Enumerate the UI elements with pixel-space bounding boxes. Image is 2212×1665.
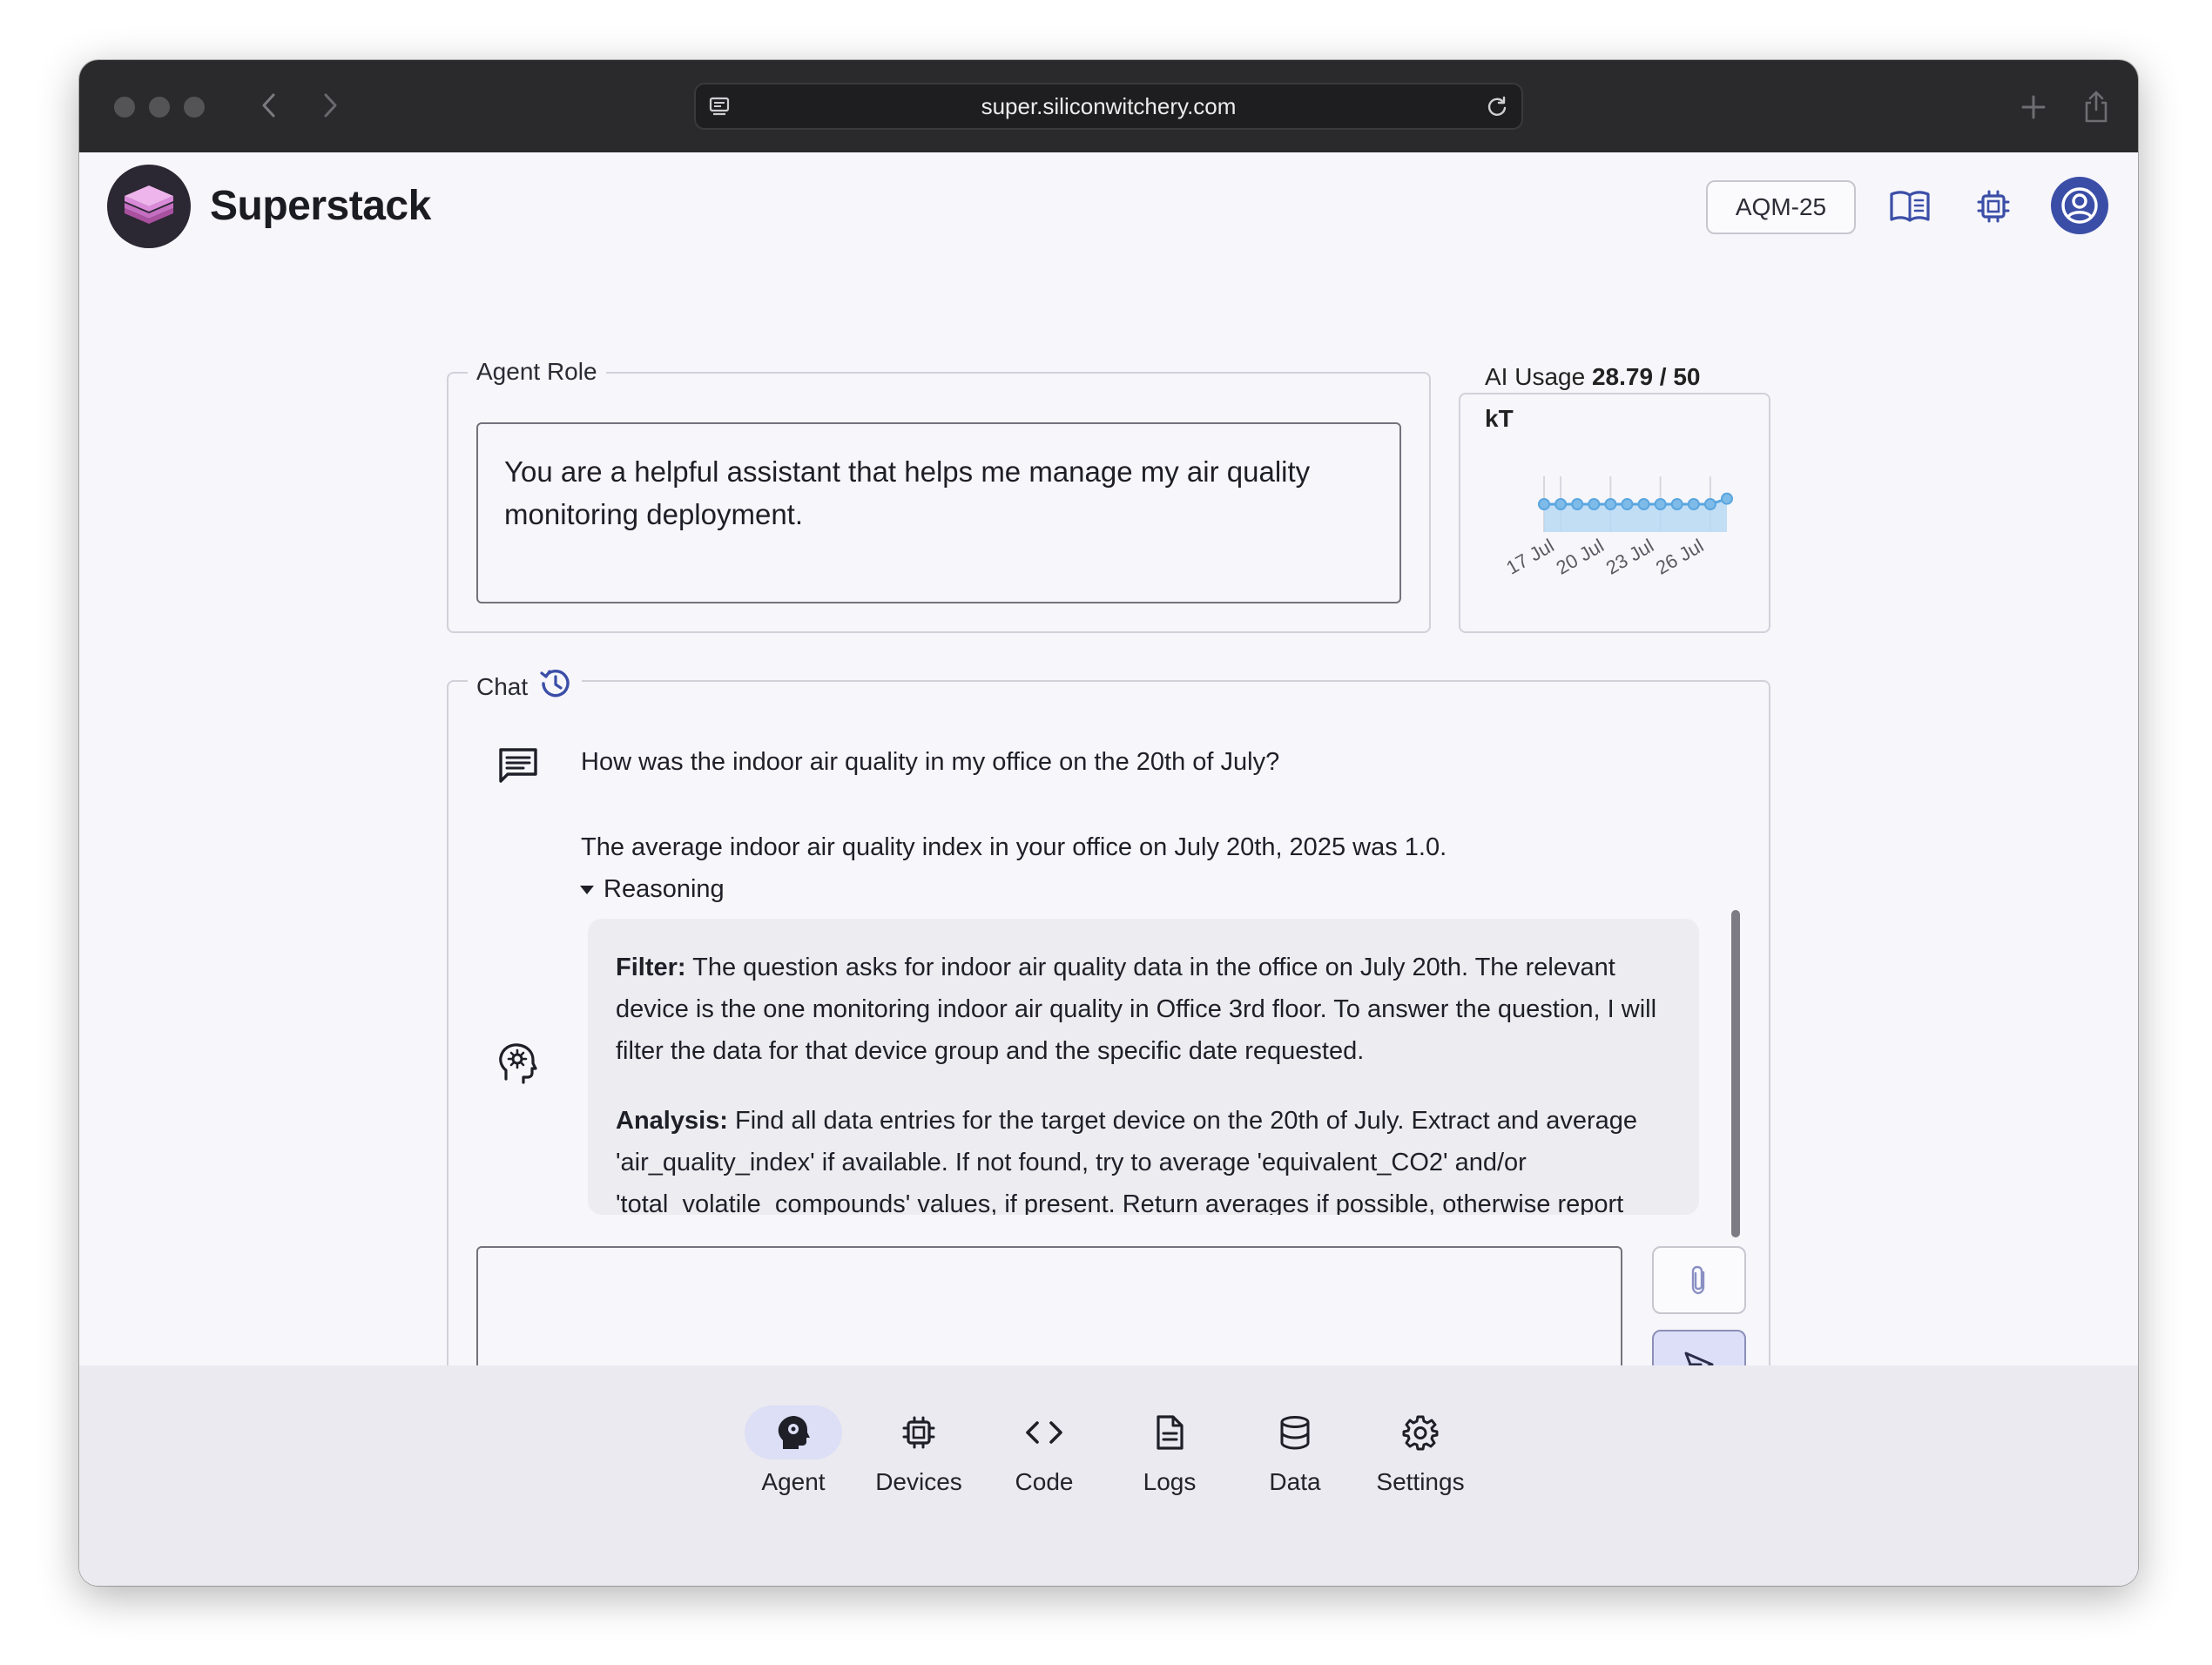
analysis-label: Analysis: [616, 1107, 728, 1135]
forward-button[interactable] [311, 86, 349, 125]
chart-tick-label: 26 Jul [1652, 535, 1707, 579]
chart-point [1604, 498, 1617, 510]
browser-titlebar: super.siliconwitchery.com [79, 60, 2138, 152]
chart-point [1721, 492, 1733, 505]
chart-point [1670, 498, 1683, 510]
device-chip-button[interactable] [1969, 182, 2018, 231]
device-selector-button[interactable]: AQM-25 [1706, 180, 1856, 234]
agent-answer: The average indoor air quality index in … [581, 833, 1447, 861]
browser-window: super.siliconwitchery.com Superstack AQM… [79, 60, 2138, 1586]
code-icon [1026, 1421, 1062, 1444]
filter-text: The question asks for indoor air quality… [616, 954, 1657, 1065]
plus-icon [2021, 95, 2046, 119]
nav-settings[interactable]: Settings [1359, 1405, 1481, 1496]
user-message-icon [497, 746, 539, 789]
chat-history-button[interactable] [538, 666, 573, 707]
filter-label: Filter: [616, 954, 686, 981]
account-circle-icon [2061, 187, 2098, 224]
nav-code-pill [995, 1405, 1093, 1459]
ai-usage-unit: kT [1485, 405, 1514, 432]
chart-point [1637, 498, 1650, 510]
reload-icon[interactable] [1485, 95, 1509, 125]
chart-point [1621, 498, 1634, 510]
nav-data-pill [1246, 1405, 1344, 1459]
chart-tick-label: 23 Jul [1602, 535, 1657, 579]
reasoning-analysis: Analysis: Find all data entries for the … [616, 1100, 1671, 1215]
document-icon [1157, 1415, 1184, 1450]
new-tab-button[interactable] [2016, 90, 2051, 125]
attach-button[interactable] [1652, 1246, 1746, 1314]
nav-code[interactable]: Code [983, 1405, 1105, 1496]
agent-head-icon [778, 1416, 810, 1449]
chart-point [1703, 498, 1716, 510]
nav-settings-pill [1372, 1405, 1469, 1459]
chart-point [1571, 498, 1584, 510]
share-button[interactable] [2079, 90, 2114, 125]
chip-icon [902, 1416, 935, 1449]
nav-logs-pill [1121, 1405, 1218, 1459]
nav-logs[interactable]: Logs [1109, 1405, 1231, 1496]
chat-title: Chat [476, 672, 529, 700]
ai-usage-value: 28.79 / 50 [1591, 363, 1701, 390]
nav-data-label: Data [1269, 1468, 1321, 1495]
agent-role-legend: Agent Role [468, 358, 606, 386]
chevron-right-icon [324, 93, 337, 118]
site-settings-icon[interactable] [708, 95, 732, 125]
close-window-button[interactable] [114, 97, 135, 118]
nav-devices[interactable]: Devices [858, 1405, 980, 1496]
account-button[interactable] [2051, 177, 2108, 234]
chart-tick-label: 17 Jul [1502, 535, 1557, 579]
address-bar[interactable]: super.siliconwitchery.com [694, 83, 1523, 130]
nav-data[interactable]: Data [1234, 1405, 1356, 1496]
open-book-icon [1890, 191, 1930, 222]
chart-tick-label: 20 Jul [1553, 535, 1608, 579]
nav-settings-label: Settings [1376, 1468, 1465, 1495]
history-icon [540, 669, 570, 698]
agent-role-panel: Agent Role You are a helpful assistant t… [447, 358, 1431, 633]
url-text: super.siliconwitchery.com [981, 92, 1237, 119]
user-message: How was the indoor air quality in my off… [581, 748, 1280, 776]
docs-button[interactable] [1885, 182, 1934, 231]
chat-legend: Chat [468, 666, 583, 707]
chart-point [1554, 498, 1568, 510]
zoom-window-button[interactable] [184, 97, 205, 118]
agent-role-textarea[interactable]: You are a helpful assistant that helps m… [476, 422, 1401, 603]
nav-agent-pill [745, 1405, 842, 1459]
chart-point [1588, 498, 1601, 510]
ai-usage-label: AI Usage [1485, 363, 1586, 390]
reasoning-toggle[interactable]: Reasoning [579, 875, 725, 904]
superstack-logo[interactable] [107, 165, 191, 248]
agent-avatar-icon [497, 1042, 537, 1089]
brand-name: Superstack [210, 183, 431, 229]
chart-point [1654, 498, 1667, 510]
minimize-window-button[interactable] [149, 97, 170, 118]
reasoning-label: Reasoning [604, 875, 725, 903]
analysis-text: Find all data entries for the target dev… [616, 1107, 1638, 1215]
agent-role-title: Agent Role [476, 358, 597, 385]
reasoning-filter: Filter: The question asks for indoor air… [616, 947, 1671, 1072]
share-icon [2085, 91, 2107, 123]
gear-icon [1402, 1415, 1439, 1451]
reasoning-card: Filter: The question asks for indoor air… [588, 919, 1699, 1215]
bottom-navigation: Agent Devices Code Logs Data Settings [79, 1365, 2138, 1586]
layers-logo-icon [125, 185, 173, 224]
caret-down-icon [580, 885, 594, 894]
nav-agent-label: Agent [761, 1468, 826, 1495]
nav-code-label: Code [1015, 1468, 1074, 1495]
ai-usage-title: AI Usage 28.79 / 50 kT [1485, 356, 1764, 440]
database-icon [1280, 1416, 1310, 1450]
chip-icon [1977, 190, 2010, 223]
back-button[interactable] [250, 86, 288, 125]
nav-logs-label: Logs [1143, 1468, 1197, 1495]
chart-point [1687, 498, 1700, 510]
chart-point [1538, 498, 1550, 510]
nav-agent[interactable]: Agent [732, 1405, 854, 1496]
chat-scrollbar[interactable] [1731, 910, 1740, 1237]
nav-devices-label: Devices [875, 1468, 962, 1495]
chevron-left-icon [262, 93, 275, 118]
paperclip-icon [1691, 1265, 1705, 1295]
app-root: Superstack AQM-25 Agent Role You are a h… [79, 152, 2138, 1586]
nav-devices-pill [870, 1405, 968, 1459]
